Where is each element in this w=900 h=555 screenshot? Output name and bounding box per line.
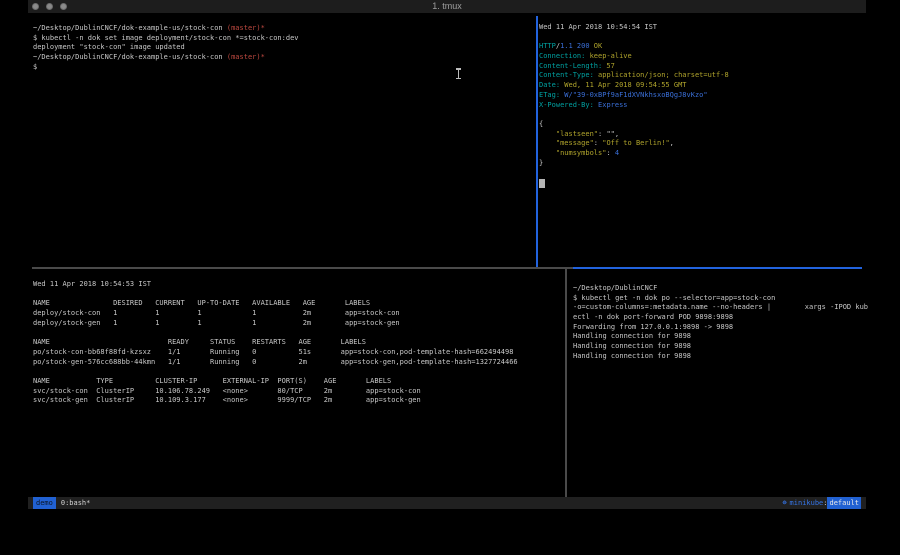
window-titlebar: 1. tmux xyxy=(28,0,866,14)
pane-top-left-shell[interactable]: ~/Desktop/DublinCNCF/dok-example-us/stoc… xyxy=(33,24,533,72)
tmux-window-label[interactable]: 0:bash* xyxy=(61,497,91,509)
pane-bottom-right-port-forward[interactable]: ~/Desktop/DublinCNCF$ kubectl get -n dok… xyxy=(573,284,864,362)
tmux-terminal: ~/Desktop/DublinCNCF/dok-example-us/stoc… xyxy=(28,14,866,497)
screen: 1. tmux ~/Desktop/DublinCNCF/dok-example… xyxy=(0,0,900,555)
close-button[interactable] xyxy=(32,3,39,10)
traffic-lights xyxy=(32,3,67,10)
pane-divider-horizontal-left[interactable] xyxy=(32,267,573,269)
status-bar-left: demo 0:bash* xyxy=(33,497,90,509)
pane-divider-vertical-bottom[interactable] xyxy=(565,269,567,497)
minimize-button[interactable] xyxy=(46,3,53,10)
pane-divider-horizontal-right-active[interactable] xyxy=(573,267,862,269)
status-bar-right: ☸ minikube : default xyxy=(782,497,861,509)
window-title: 1. tmux xyxy=(28,0,866,13)
terminal-window: 1. tmux ~/Desktop/DublinCNCF/dok-example… xyxy=(28,0,866,509)
tmux-session-badge[interactable]: demo xyxy=(33,497,56,509)
kubernetes-helm-icon: ☸ xyxy=(782,497,786,509)
zoom-button[interactable] xyxy=(60,3,67,10)
tmux-status-bar: demo 0:bash* ☸ minikube : default xyxy=(28,497,866,509)
pane-bottom-left-kubectl-get[interactable]: Wed 11 Apr 2018 10:54:53 IST NAME DESIRE… xyxy=(33,280,565,406)
text-ibeam-cursor-icon xyxy=(456,68,461,79)
pane-top-right-http-response[interactable]: Wed 11 Apr 2018 10:54:54 IST HTTP/1.1 20… xyxy=(539,23,863,188)
pane-divider-vertical-top[interactable] xyxy=(536,16,538,268)
kube-namespace-badge: default xyxy=(827,497,861,509)
kube-context-label: minikube xyxy=(790,497,824,509)
